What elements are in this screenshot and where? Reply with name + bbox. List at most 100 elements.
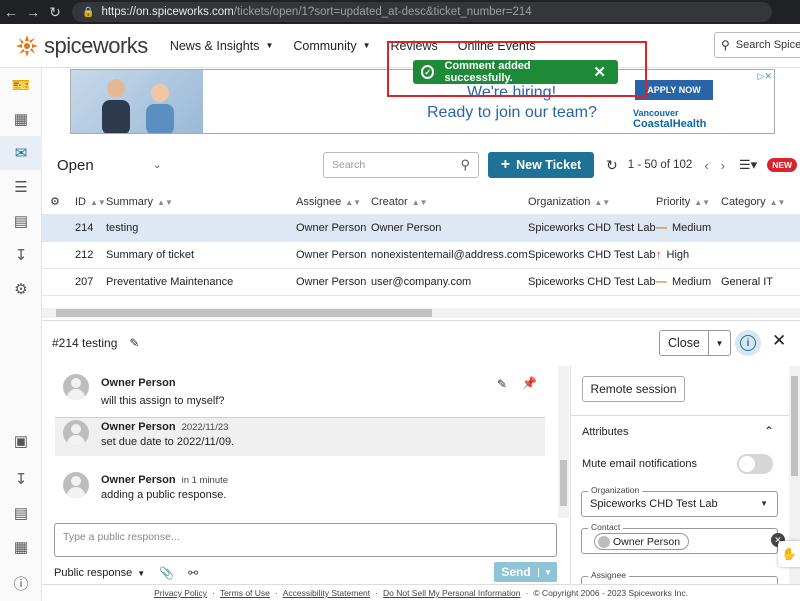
chevron-down-icon[interactable]: ⌄ [153,160,323,171]
nav-news-insights[interactable]: News & Insights ▼ [170,39,274,53]
ticket-search-input[interactable]: Search ⚲ [323,152,479,178]
chevron-down-icon[interactable]: ▼ [708,331,730,355]
table-row[interactable]: 207 Preventative Maintenance Owner Perso… [42,269,800,296]
comment-thread: Owner Person will this assign to myself?… [55,366,560,516]
scrollbar-thumb[interactable] [56,309,432,317]
copyright: © Copyright 2006 - 2023 Spiceworks Inc. [533,588,688,598]
chevron-up-icon[interactable]: ⌃ [764,424,774,438]
banner-brand-line1: Vancouver [633,108,679,118]
mute-notifications-label: Mute email notifications [582,458,697,470]
column-header-organization[interactable]: Organization ▲▼ [528,196,610,208]
close-panel-icon[interactable]: ✕ [772,331,786,351]
ticket-organization: Spiceworks CHD Test Lab [528,276,656,288]
info-button[interactable]: i [735,330,761,356]
dashboard-icon[interactable]: ▦ [0,102,42,136]
help-desk-icon[interactable]: ✉ [0,136,42,170]
prev-page-icon[interactable]: ‹ [704,158,708,173]
help-icon[interactable]: ⓘ [0,566,42,600]
reload-icon[interactable]: ↻ [44,0,66,24]
scrollbar-thumb[interactable] [560,460,567,506]
accessibility-link[interactable]: Accessibility Statement [283,588,370,598]
new-ticket-button[interactable]: + New Ticket [488,152,594,178]
assignee-select[interactable]: Assignee [581,570,778,584]
divider [571,415,800,416]
settings-icon[interactable]: ⚙ [0,272,42,306]
apps-icon[interactable]: ▦ [0,530,42,564]
ticket-organization: Spiceworks CHD Test Lab [528,222,656,234]
comments-scrollbar[interactable] [558,366,569,518]
person-illustration [102,79,130,133]
column-header-assignee[interactable]: Assignee ▲▼ [296,196,361,208]
ticket-id: 212 [75,249,94,261]
avatar [598,536,610,548]
document-icon[interactable]: ▤ [0,496,42,530]
terms-link[interactable]: Terms of Use [220,588,270,598]
contact-chip[interactable]: Owner Person [594,533,690,550]
analytics-icon[interactable]: ▤ [0,204,42,238]
avatar [63,374,89,400]
ticket-category: General IT [721,276,773,288]
site-search[interactable]: ⚲ Search Spiceworks [714,32,800,58]
add-tag-icon[interactable]: ⚯ [188,566,198,580]
ad-choices-icon[interactable]: ▷✕ [758,71,772,82]
close-ticket-button[interactable]: Close ▼ [659,330,731,356]
address-bar[interactable]: 🔒 https://on.spiceworks.com/tickets/open… [72,2,772,22]
organization-select[interactable]: Organization Spiceworks CHD Test Lab ▼ [581,485,778,517]
scrollbar-thumb[interactable] [791,376,798,476]
reply-mode-select[interactable]: Public response ▼ [54,567,145,579]
reply-input[interactable]: Type a public response... [54,523,557,557]
ticket-detail-header: #214 testing ✎ Close ▼ i ✕ [42,320,800,364]
assignee-label: Assignee [588,570,629,580]
privacy-policy-link[interactable]: Privacy Policy [154,588,207,598]
forward-icon[interactable]: → [22,0,44,24]
column-header-creator[interactable]: Creator ▲▼ [371,196,428,208]
ticket-assignee: Owner Person [296,222,367,234]
monitor-icon[interactable]: ▣ [0,424,42,458]
attributes-title: Attributes [582,426,629,438]
person-illustration [146,84,174,133]
success-toast: ✓ Comment added successfully. ✕ [413,60,618,84]
comment-text: adding a public response. [101,489,227,501]
organization-label: Organization [588,485,643,495]
inbox-icon[interactable]: ↧ [0,462,42,496]
back-icon[interactable]: ← [0,0,22,24]
send-button[interactable]: Send ▼ [494,562,557,582]
column-header-category[interactable]: Category ▲▼ [721,196,785,208]
download-icon[interactable]: ↧ [0,238,42,272]
next-page-icon[interactable]: › [721,158,725,173]
pencil-icon[interactable]: ✎ [497,377,507,391]
new-badge: NEW [767,158,798,172]
search-icon[interactable]: ⚲ [460,157,470,173]
new-ticket-label: New Ticket [516,158,582,172]
pencil-icon[interactable]: ✎ [129,336,139,350]
column-header-summary[interactable]: Summary ▲▼ [106,196,173,208]
do-not-sell-link[interactable]: Do Not Sell My Personal Information [383,588,520,598]
mute-notifications-toggle[interactable] [737,454,773,474]
ticket-priority: — Medium [656,222,712,234]
tickets-icon[interactable]: 🎫 [0,68,42,102]
send-label: Send [501,565,531,579]
attachment-icon[interactable]: 📎 [159,566,174,580]
columns-menu-icon[interactable]: ☰▾ [739,157,757,173]
ticket-table: ⚙ ID ▲▼ Summary ▲▼ Assignee ▲▼ Creator ▲▼ Or… [42,189,800,296]
ticket-id: 214 [75,222,94,234]
table-row[interactable]: 214 testing Owner Person Owner Person Sp… [42,215,800,242]
table-horizontal-scrollbar[interactable] [42,308,800,318]
refresh-icon[interactable]: ↻ [606,157,618,174]
remote-session-button[interactable]: Remote session [582,376,685,402]
view-selector[interactable]: Open [57,157,157,174]
spiceworks-logo[interactable]: spiceworks [14,33,148,59]
ticket-creator: nonexistentemail@address.com [371,249,528,261]
chevron-down-icon[interactable]: ▼ [538,567,557,577]
help-widget-icon[interactable]: ✋ [778,541,800,567]
reports-icon[interactable]: ☰ [0,170,42,204]
contact-label: Contact [588,522,624,532]
table-row[interactable]: 212 Summary of ticket Owner Person nonex… [42,242,800,269]
toast-close-icon[interactable]: ✕ [593,63,606,81]
column-header-priority[interactable]: Priority ▲▼ [656,196,710,208]
pin-icon[interactable]: 📌 [522,376,537,390]
table-settings-icon[interactable]: ⚙ [50,195,60,208]
column-header-id[interactable]: ID ▲▼ [75,196,106,208]
nav-community[interactable]: Community ▼ [293,39,370,53]
contact-select[interactable]: Contact Owner Person ✕ [581,522,785,554]
